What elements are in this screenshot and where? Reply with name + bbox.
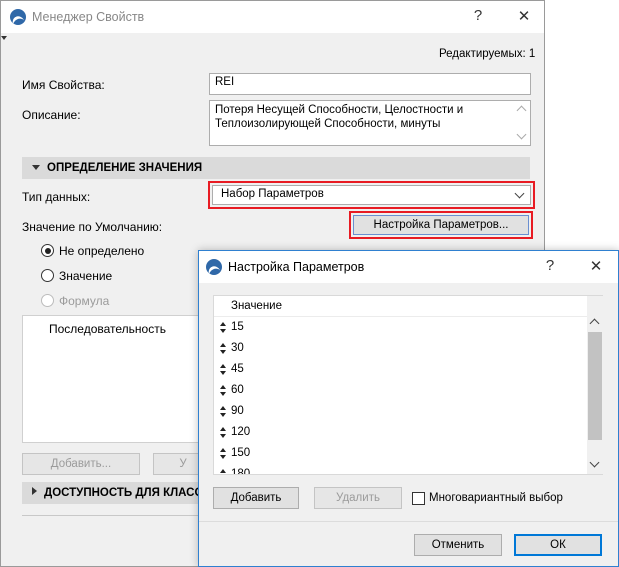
list-item-value: 150 [231,447,251,459]
dialog-title-bar: Настройка Параметров ? ✕ [199,251,618,283]
reorder-handle-icon[interactable] [220,343,226,354]
dialog-add-button[interactable]: Добавить [213,487,299,509]
configure-params-button[interactable]: Настройка Параметров... [353,215,529,235]
list-item-value: 15 [231,321,244,333]
list-item[interactable]: 150 [214,443,587,464]
data-type-label: Тип данных: [22,190,91,204]
ok-button[interactable]: ОК [514,534,602,556]
scroll-down-icon[interactable] [589,457,600,468]
list-item-value: 120 [231,426,251,438]
reorder-handle-icon[interactable] [220,322,226,333]
property-name-input[interactable]: REI [209,73,531,95]
editable-count: Редактируемых: 1 [439,48,536,60]
values-list[interactable]: Значение 15 30 45 60 90 120 150 180 [213,295,603,475]
radio-value-label: Значение [59,269,113,283]
dialog-divider [199,521,618,522]
list-item[interactable]: 60 [214,380,587,401]
collapse-triangle-icon [32,165,40,170]
dialog-help-button[interactable]: ? [540,256,560,276]
dialog-remove-button[interactable]: Удалить [314,487,402,509]
title-bar: Менеджер Свойств ? ✕ [1,1,544,33]
dialog-title: Настройка Параметров [228,260,365,274]
help-button[interactable]: ? [468,6,488,26]
description-scrollbar[interactable] [515,103,527,143]
chevron-down-icon [514,188,525,199]
multi-choice-label: Многовариантный выбор [429,492,563,504]
description-textarea[interactable]: Потеря Несущей Способности, Целостности … [209,100,531,146]
radio-undefined[interactable] [41,244,54,257]
scroll-up-icon[interactable] [589,318,600,329]
window-title: Менеджер Свойств [32,10,145,24]
configure-params-dialog: Настройка Параметров ? ✕ Значение 15 30 45… [198,250,619,567]
values-column-header: Значение [231,300,282,312]
list-item[interactable]: 45 [214,359,587,380]
list-item-value: 60 [231,384,244,396]
radio-value[interactable] [41,269,54,282]
list-item-value: 45 [231,363,244,375]
list-item-value: 180 [231,468,251,474]
data-type-highlight: Набор Параметров [208,181,535,209]
reorder-handle-icon[interactable] [220,448,226,459]
list-item-value: 30 [231,342,244,354]
list-item-value: 90 [231,405,244,417]
values-scrollbar[interactable] [587,296,603,474]
section-value-definition-label: ОПРЕДЕЛЕНИЕ ЗНАЧЕНИЯ [47,162,203,174]
list-item[interactable]: 30 [214,338,587,359]
reorder-handle-icon[interactable] [220,406,226,417]
description-value: Потеря Несущей Способности, Целостности … [215,104,464,130]
expand-triangle-icon [32,487,37,495]
dialog-close-button[interactable]: ✕ [586,257,606,277]
radio-formula-label: Формула [59,294,110,308]
configure-params-highlight: Настройка Параметров... [349,211,533,239]
section-availability-label: ДОСТУПНОСТЬ ДЛЯ КЛАССО [44,487,212,499]
reorder-handle-icon[interactable] [220,469,226,474]
reorder-handle-icon[interactable] [220,427,226,438]
property-name-value: REI [215,76,235,88]
radio-undefined-label: Не определено [59,244,145,258]
add-button[interactable]: Добавить... [22,453,140,475]
caret-down-icon [1,36,7,40]
scrollbar-thumb[interactable] [588,332,602,440]
multi-choice-checkbox[interactable] [412,492,425,505]
sequence-list-header: Последовательность [49,322,166,336]
scroll-down-icon [516,129,527,140]
data-type-select[interactable]: Набор Параметров [212,185,531,205]
scroll-up-icon [516,105,527,116]
cancel-button[interactable]: Отменить [414,534,502,556]
archicad-logo-icon [10,9,26,25]
description-label: Описание: [22,108,81,122]
default-value-label: Значение по Умолчанию: [22,220,163,234]
close-button[interactable]: ✕ [514,7,534,27]
data-type-value: Набор Параметров [221,188,324,200]
reorder-handle-icon[interactable] [220,385,226,396]
values-rows: 15 30 45 60 90 120 150 180 [214,317,587,474]
property-name-label: Имя Свойства: [22,78,105,92]
list-item[interactable]: 120 [214,422,587,443]
list-item[interactable]: 15 [214,317,587,338]
archicad-logo-icon [206,259,222,275]
list-item[interactable]: 90 [214,401,587,422]
section-value-definition[interactable]: ОПРЕДЕЛЕНИЕ ЗНАЧЕНИЯ [22,157,530,179]
reorder-handle-icon[interactable] [220,364,226,375]
list-item[interactable]: 180 [214,464,587,474]
radio-formula[interactable] [41,294,54,307]
